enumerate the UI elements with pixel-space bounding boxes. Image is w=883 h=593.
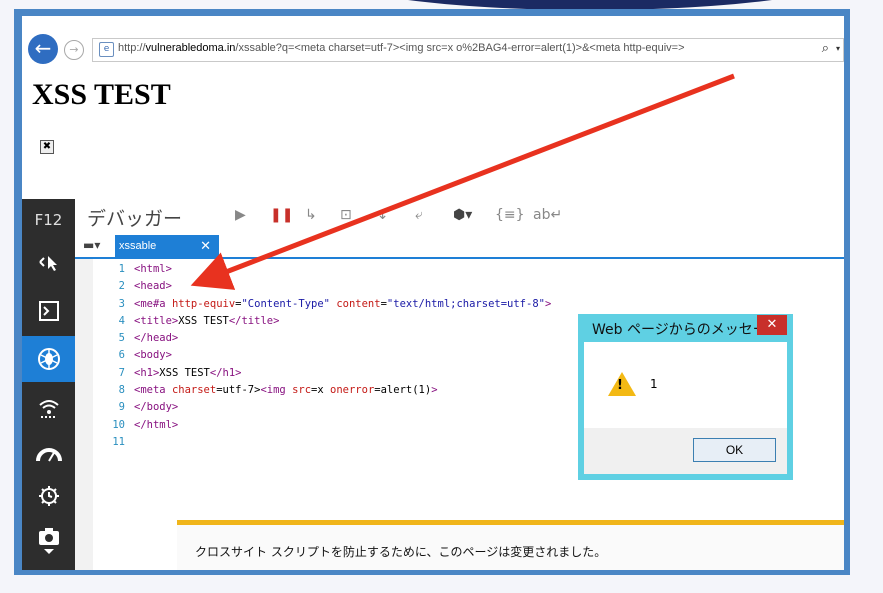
code-token: XSS TEST [159, 366, 210, 379]
address-bar[interactable]: e http://vulnerabledoma.in/xssable?q=<me… [92, 38, 844, 62]
dialog-body: ! 1 OK [584, 342, 787, 474]
code-token: http-equiv [171, 297, 236, 310]
dialog-message: 1 [650, 377, 658, 391]
code-token: =alert(1) [374, 384, 432, 397]
line-number[interactable]: 4 [93, 313, 125, 330]
code-token: onerror [330, 384, 375, 397]
code-line[interactable]: 2 <head> [93, 278, 843, 295]
code-token: <body> [134, 349, 172, 362]
line-number[interactable]: 10 [93, 417, 125, 434]
code-token: </title> [228, 314, 280, 327]
code-token: "text/html;charset=utf-8" [386, 297, 545, 310]
line-number[interactable]: 6 [93, 347, 125, 364]
folder-icon[interactable]: ▬▾ [83, 238, 100, 252]
address-bar-row: ← → e http://vulnerabledoma.in/xssable?q… [22, 32, 844, 66]
code-token: > [431, 384, 438, 397]
f12-label: F12 [34, 211, 63, 229]
panel-title: デバッガー [87, 208, 183, 230]
code-token: "Content-Type" [241, 297, 330, 310]
memory-icon[interactable] [22, 475, 75, 517]
step-out-icon[interactable]: ↴ [375, 207, 387, 223]
url-prefix: http:// [118, 42, 146, 54]
network-icon[interactable] [22, 386, 75, 428]
code-token: <meta [134, 384, 172, 397]
ok-button[interactable]: OK [693, 438, 776, 462]
code-token: </html> [134, 418, 179, 431]
broken-image-icon: ✖ [40, 140, 54, 154]
url-domain: vulnerabledoma.in [145, 42, 236, 54]
code-token: <html> [134, 263, 172, 275]
code-line[interactable]: 3 <me#a http-equiv="Content-Type" content… [93, 296, 843, 313]
forward-arrow-icon: → [69, 43, 79, 56]
code-token: =x [311, 384, 331, 397]
url-path: /xssable?q=<meta charset=utf-7><img src=… [235, 42, 685, 54]
code-token: =utf-7> [216, 384, 261, 397]
warning-exclamation: ! [617, 378, 623, 393]
line-number[interactable]: 8 [93, 382, 125, 399]
code-token: src [292, 384, 312, 397]
code-token: > [544, 297, 552, 310]
code-token: </body> [134, 401, 179, 414]
breakpoint-gutter[interactable] [75, 259, 93, 570]
page-heading: XSS TEST [32, 78, 171, 111]
debugger-toolbar: デバッガー ▶ ❚❚ ↳ ⊡ ↴ ⤶ ⬢▾ {≡} ab↵ [75, 199, 844, 235]
line-number[interactable]: 7 [93, 365, 125, 382]
break-icon[interactable]: ❚❚ [270, 207, 293, 223]
code-token: </h1> [209, 366, 242, 379]
line-number[interactable]: 3 [93, 296, 125, 313]
search-icon[interactable]: ⌕ [822, 41, 829, 56]
line-number[interactable]: 5 [93, 330, 125, 347]
dom-explorer-icon[interactable] [22, 241, 75, 283]
code-token: <me#a [134, 297, 172, 310]
back-arrow-icon: ← [34, 36, 52, 60]
line-number[interactable]: 2 [93, 278, 125, 295]
code-token: <head> [134, 280, 172, 293]
alert-dialog: Web ページからのメッセージ ✕ ! 1 OK [578, 314, 793, 480]
close-icon[interactable]: ✕ [200, 235, 211, 257]
url-text[interactable]: http://vulnerabledoma.in/xssable?q=<meta… [118, 42, 808, 54]
continue-icon[interactable]: ▶ [235, 207, 246, 223]
forward-button[interactable]: → [64, 40, 84, 60]
browser-window: ← → e http://vulnerabledoma.in/xssable?q… [22, 16, 844, 570]
code-token: <title> [134, 314, 179, 327]
document-tab-bar: ▬▾ xssable ✕ [75, 235, 844, 259]
dialog-close-button[interactable]: ✕ [757, 315, 787, 335]
code-line[interactable]: 1 <html> [93, 261, 843, 278]
page-icon: e [99, 42, 114, 57]
performance-icon[interactable] [22, 431, 75, 473]
notification-text: クロスサイト スクリプトを防止するために、このページは変更されました。 [195, 545, 607, 559]
dialog-title: Web ページからのメッセージ [592, 322, 781, 338]
code-token: content [336, 297, 381, 310]
code-token: </head> [134, 332, 179, 345]
code-token: XSS TEST [178, 314, 229, 327]
line-number[interactable]: 9 [93, 399, 125, 416]
chevron-down-icon[interactable]: ▾ [836, 44, 840, 53]
xss-filter-notification: クロスサイト スクリプトを防止するために、このページは変更されました。 [177, 520, 844, 570]
code-token: <h1> [134, 366, 160, 379]
step-over-icon[interactable]: ⊡ [340, 207, 352, 223]
emulation-icon[interactable] [22, 519, 75, 561]
exceptions-icon[interactable]: ⬢▾ [453, 207, 472, 223]
word-wrap-icon[interactable]: ab↵ [533, 207, 562, 223]
step-into-icon[interactable]: ↳ [305, 207, 317, 223]
line-number[interactable]: 1 [93, 261, 125, 278]
code-token: charset [171, 384, 217, 397]
tab-xssable[interactable]: xssable ✕ [115, 235, 219, 257]
line-number[interactable]: 11 [93, 434, 125, 451]
code-token: <img [260, 384, 293, 397]
dialog-footer: OK [584, 428, 787, 474]
console-icon[interactable] [22, 290, 75, 332]
tab-label: xssable [119, 240, 157, 252]
devtools-sidebar: F12 [22, 199, 75, 570]
back-button[interactable]: ← [28, 34, 58, 64]
debugger-icon[interactable] [22, 336, 75, 382]
break-on-new-worker-icon[interactable]: ⤶ [415, 207, 423, 223]
pretty-print-icon[interactable]: {≡} [495, 207, 525, 223]
